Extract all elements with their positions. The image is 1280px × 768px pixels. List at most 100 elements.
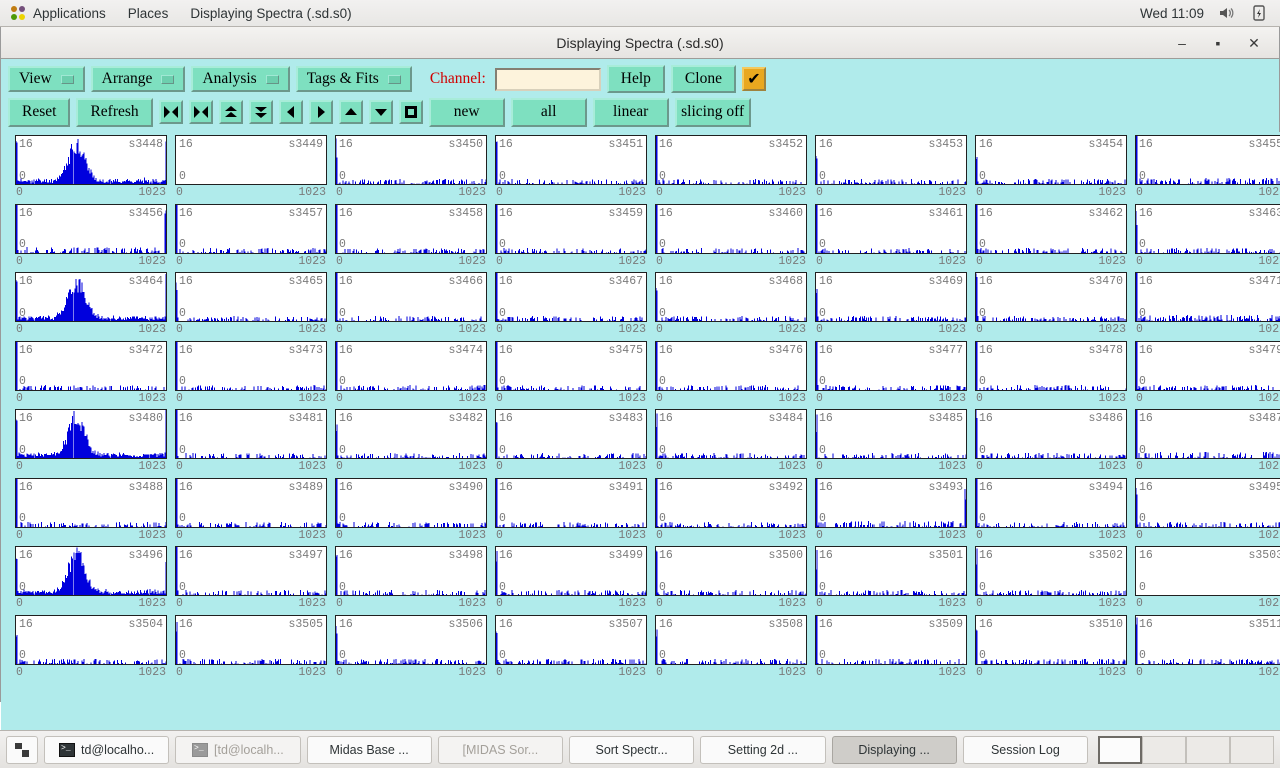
spectrum-plot[interactable]: 16s35070 [495,615,647,665]
help-button[interactable]: Help [607,65,665,93]
spectrum-cell[interactable]: 16s3457001023 [175,204,327,270]
spectrum-plot[interactable]: 16s34610 [815,204,967,254]
spectrum-plot[interactable]: 16s34750 [495,341,647,391]
spectrum-plot[interactable]: 16s34620 [975,204,1127,254]
spectrum-plot[interactable]: 16s34810 [175,409,327,459]
spectrum-cell[interactable]: 16s3483001023 [495,409,647,475]
spectrum-plot[interactable]: 16s34820 [335,409,487,459]
first-page-icon[interactable] [159,100,183,124]
battery-charging-icon[interactable] [1250,4,1268,22]
minimize-button[interactable]: – [1173,34,1191,52]
spectrum-plot[interactable]: 16s34670 [495,272,647,322]
checkmark-toggle[interactable]: ✔ [742,67,766,91]
channel-input[interactable] [495,68,601,91]
spectrum-cell[interactable]: 16s3474001023 [335,341,487,407]
collapse-down-icon[interactable] [249,100,273,124]
spectrum-cell[interactable]: 16s3455001023 [1135,135,1280,201]
arrange-menu-button[interactable]: Arrange [91,66,186,92]
spectrum-plot[interactable]: 16s34960 [15,546,167,596]
places-menu[interactable]: Places [117,0,180,27]
spectrum-cell[interactable]: 16s3465001023 [175,272,327,338]
spectrum-plot[interactable]: 16s34600 [655,204,807,254]
taskbar-button[interactable]: >_[td@localh... [175,736,300,764]
spectrum-cell[interactable]: 16s3507001023 [495,615,647,681]
spectrum-cell[interactable]: 16s3506001023 [335,615,487,681]
spectrum-plot[interactable]: 16s34850 [815,409,967,459]
spectrum-plot[interactable]: 16s34900 [335,478,487,528]
spectrum-cell[interactable]: 16s3460001023 [655,204,807,270]
panel-window-title[interactable]: Displaying Spectra (.sd.s0) [179,0,362,27]
spectrum-cell[interactable]: 16s3511001023 [1135,615,1280,681]
spectrum-cell[interactable]: 16s3449001023 [175,135,327,201]
spectrum-cell[interactable]: 16s3471001023 [1135,272,1280,338]
collapse-up-icon[interactable] [219,100,243,124]
spectrum-plot[interactable]: 16s34730 [175,341,327,391]
spectrum-plot[interactable]: 16s35020 [975,546,1127,596]
spectrum-plot[interactable]: 16s35060 [335,615,487,665]
spectrum-plot[interactable]: 16s34630 [1135,204,1280,254]
spectrum-cell[interactable]: 16s3458001023 [335,204,487,270]
spectrum-plot[interactable]: 16s34940 [975,478,1127,528]
maximize-button[interactable]: ▪ [1209,34,1227,52]
spectrum-plot[interactable]: 16s34970 [175,546,327,596]
spectrum-plot[interactable]: 16s35110 [1135,615,1280,665]
spectrum-plot[interactable]: 16s35040 [15,615,167,665]
spectrum-plot[interactable]: 16s34920 [655,478,807,528]
spectrum-cell[interactable]: 16s3510001023 [975,615,1127,681]
spectrum-cell[interactable]: 16s3470001023 [975,272,1127,338]
workspace-cell[interactable] [1186,736,1230,764]
spectrum-plot[interactable]: 16s34790 [1135,341,1280,391]
spectrum-cell[interactable]: 16s3482001023 [335,409,487,475]
spectrum-plot[interactable]: 16s34980 [335,546,487,596]
spectrum-plot[interactable]: 16s34930 [815,478,967,528]
spectrum-plot[interactable]: 16s34490 [175,135,327,185]
slicing-toggle-button[interactable]: slicing off [675,98,751,126]
spectrum-cell[interactable]: 16s3463001023 [1135,204,1280,270]
spectrum-plot[interactable]: 16s35080 [655,615,807,665]
spectrum-cell[interactable]: 16s3491001023 [495,478,647,544]
spectrum-cell[interactable]: 16s3498001023 [335,546,487,612]
spectrum-plot[interactable]: 16s34590 [495,204,647,254]
spectrum-plot[interactable]: 16s34680 [655,272,807,322]
spectrum-plot[interactable]: 16s35010 [815,546,967,596]
step-right-icon[interactable] [309,100,333,124]
spectrum-plot[interactable]: 16s34890 [175,478,327,528]
spectrum-cell[interactable]: 16s3451001023 [495,135,647,201]
spectrum-plot[interactable]: 16s34480 [15,135,167,185]
spectrum-cell[interactable]: 16s3487001023 [1135,409,1280,475]
new-button[interactable]: new [429,98,505,126]
spectrum-plot[interactable]: 16s34660 [335,272,487,322]
tags-and-fits-menu-button[interactable]: Tags & Fits [296,66,412,92]
spectrum-plot[interactable]: 16s34640 [15,272,167,322]
spectrum-plot[interactable]: 16s34740 [335,341,487,391]
spectrum-plot[interactable]: 16s34550 [1135,135,1280,185]
spectrum-cell[interactable]: 16s3486001023 [975,409,1127,475]
page-down-icon[interactable] [369,100,393,124]
workspace-cell[interactable] [1098,736,1142,764]
refresh-button[interactable]: Refresh [76,98,152,126]
spectrum-cell[interactable]: 16s3475001023 [495,341,647,407]
panel-clock[interactable]: Wed 11:09 [1140,6,1204,21]
step-left-icon[interactable] [279,100,303,124]
spectrum-cell[interactable]: 16s3492001023 [655,478,807,544]
spectrum-cell[interactable]: 16s3461001023 [815,204,967,270]
taskbar-button[interactable]: Displaying ... [832,736,957,764]
view-menu-button[interactable]: View [8,66,85,92]
spectrum-plot[interactable]: 16s35000 [655,546,807,596]
spectrum-cell[interactable]: 16s3459001023 [495,204,647,270]
reset-button[interactable]: Reset [8,98,70,126]
spectrum-cell[interactable]: 16s3469001023 [815,272,967,338]
spectrum-plot[interactable]: 16s34560 [15,204,167,254]
spectrum-plot[interactable]: 16s34520 [655,135,807,185]
spectrum-cell[interactable]: 16s3499001023 [495,546,647,612]
spectrum-plot[interactable]: 16s34770 [815,341,967,391]
spectrum-cell[interactable]: 16s3452001023 [655,135,807,201]
spectrum-cell[interactable]: 16s3500001023 [655,546,807,612]
spectrum-cell[interactable]: 16s3462001023 [975,204,1127,270]
spectrum-plot[interactable]: 16s35050 [175,615,327,665]
spectrum-plot[interactable]: 16s34830 [495,409,647,459]
spectrum-plot[interactable]: 16s34530 [815,135,967,185]
spectrum-cell[interactable]: 16s3509001023 [815,615,967,681]
spectrum-plot[interactable]: 16s35030 [1135,546,1280,596]
spectrum-plot[interactable]: 16s34950 [1135,478,1280,528]
